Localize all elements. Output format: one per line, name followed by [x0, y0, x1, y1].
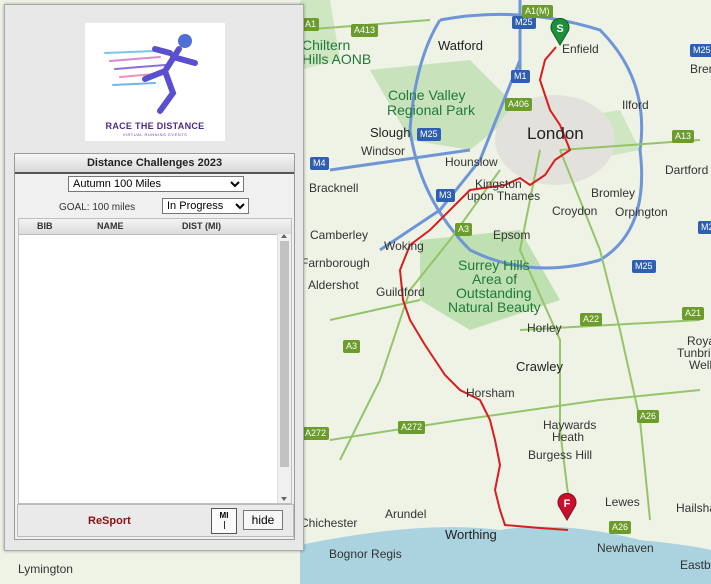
- road-shield: M3: [436, 189, 455, 202]
- road-shield: A3: [343, 340, 361, 353]
- place-label: London: [527, 124, 584, 143]
- table-header: BIB NAME DIST (MI): [19, 219, 291, 235]
- place-label: Lymington: [18, 562, 73, 576]
- place-label: Ilford: [622, 98, 649, 112]
- units-toggle[interactable]: MI: [211, 508, 237, 534]
- place-label: Brent: [690, 62, 711, 76]
- road-shield: M4: [310, 157, 329, 170]
- units-label: MI: [219, 511, 229, 520]
- column-header-dist[interactable]: DIST (MI): [182, 221, 221, 231]
- place-label: Bromley: [591, 186, 636, 200]
- road-shield: A3: [455, 223, 473, 236]
- road-shield: A406: [505, 98, 533, 111]
- place-label: Farnborough: [301, 256, 370, 270]
- road-shield: A1(M): [522, 5, 553, 18]
- scroll-down-icon[interactable]: [281, 497, 287, 501]
- scroll-up-icon[interactable]: [281, 234, 287, 238]
- hide-button[interactable]: hide: [243, 510, 283, 530]
- road-shield: A272: [398, 421, 426, 434]
- road-shield: A1: [302, 18, 320, 31]
- place-label: Epsom: [493, 228, 531, 242]
- runner-icon: [104, 34, 198, 114]
- place-label: Heath: [552, 430, 585, 444]
- place-label: Woking: [384, 239, 424, 253]
- column-header-bib[interactable]: BIB: [37, 221, 53, 231]
- logo-subtitle: VIRTUAL RUNNING EVENTS: [122, 132, 188, 137]
- race-the-distance-logo: RACE THE DISTANCE VIRTUAL RUNNING EVENTS: [85, 23, 225, 141]
- place-label: Dartford: [665, 163, 709, 177]
- place-label: Outstanding: [456, 285, 532, 301]
- place-label: Horsham: [466, 386, 515, 400]
- place-label: Camberley: [310, 228, 369, 242]
- event-select[interactable]: Autumn 100 Miles: [68, 176, 244, 192]
- scrollbar-thumb[interactable]: [280, 241, 289, 467]
- start-marker[interactable]: S: [550, 17, 570, 46]
- place-label: Bracknell: [309, 181, 359, 195]
- logo-title: RACE THE DISTANCE: [105, 121, 205, 131]
- widget-footer: ReSport MI hide: [17, 504, 294, 537]
- road-shield: A21: [682, 307, 705, 320]
- road-shield: A13: [672, 130, 695, 143]
- challenge-panel: RACE THE DISTANCE VIRTUAL RUNNING EVENTS…: [4, 4, 304, 551]
- place-label: Guildford: [376, 285, 425, 299]
- road-shield: M1: [511, 70, 530, 83]
- place-label: Watford: [438, 38, 484, 53]
- place-label: Arundel: [385, 507, 427, 521]
- place-label: Orpington: [615, 205, 668, 219]
- svg-text:F: F: [564, 498, 571, 510]
- road-shield: A22: [580, 313, 603, 326]
- road-shield: M25: [690, 44, 711, 57]
- status-select[interactable]: In Progress: [162, 198, 249, 214]
- place-label: Hailsham: [676, 501, 711, 515]
- road-shield: A26: [609, 521, 632, 534]
- place-label: Slough: [370, 125, 411, 140]
- place-label: Regional Park: [387, 102, 475, 118]
- place-label: Croydon: [552, 204, 598, 218]
- place-label: Worthing: [445, 527, 497, 542]
- place-label: Newhaven: [597, 541, 654, 555]
- place-label: Surrey Hills: [458, 257, 530, 273]
- place-label: Windsor: [361, 144, 406, 158]
- map-pin-icon: F: [557, 492, 577, 521]
- place-label: Aldershot: [308, 278, 359, 292]
- place-label: Wells: [689, 358, 711, 372]
- goal-label: GOAL: 100 miles: [59, 202, 136, 213]
- place-label: Burgess Hill: [528, 448, 593, 462]
- challenge-widget: Distance Challenges 2023 Autumn 100 Mile…: [14, 153, 295, 540]
- place-label: Hills AONB: [302, 51, 372, 67]
- place-label: Eastbo: [680, 558, 711, 572]
- place-label: Horley: [527, 321, 562, 335]
- place-label: Area of: [472, 271, 518, 287]
- resport-brand[interactable]: ReSport: [88, 515, 131, 527]
- place-label: Lewes: [605, 495, 640, 509]
- road-shield: A413: [351, 24, 379, 37]
- place-label: Crawley: [516, 359, 563, 374]
- road-shield: M2: [698, 221, 711, 234]
- place-label: Colne Valley: [388, 87, 466, 103]
- place-label: Hounslow: [445, 155, 498, 169]
- road-shield: M25: [632, 260, 656, 273]
- road-shield: A26: [637, 410, 660, 423]
- place-label: Chiltern: [302, 37, 351, 53]
- map-pin-icon: S: [550, 17, 570, 46]
- road-shield: M25: [417, 128, 441, 141]
- svg-text:S: S: [556, 23, 563, 35]
- place-label: upon Thames: [467, 189, 541, 203]
- place-label: Chichester: [300, 516, 358, 530]
- widget-title: Distance Challenges 2023: [15, 154, 294, 174]
- units-tick-icon: [223, 521, 225, 529]
- results-table: BIB NAME DIST (MI): [18, 218, 292, 504]
- finish-marker[interactable]: F: [557, 492, 577, 521]
- road-shield: A272: [302, 427, 330, 440]
- table-scrollbar[interactable]: [277, 234, 291, 503]
- place-label: Natural Beauty: [448, 299, 541, 315]
- place-label: Bognor Regis: [329, 547, 402, 561]
- column-header-name[interactable]: NAME: [97, 221, 124, 231]
